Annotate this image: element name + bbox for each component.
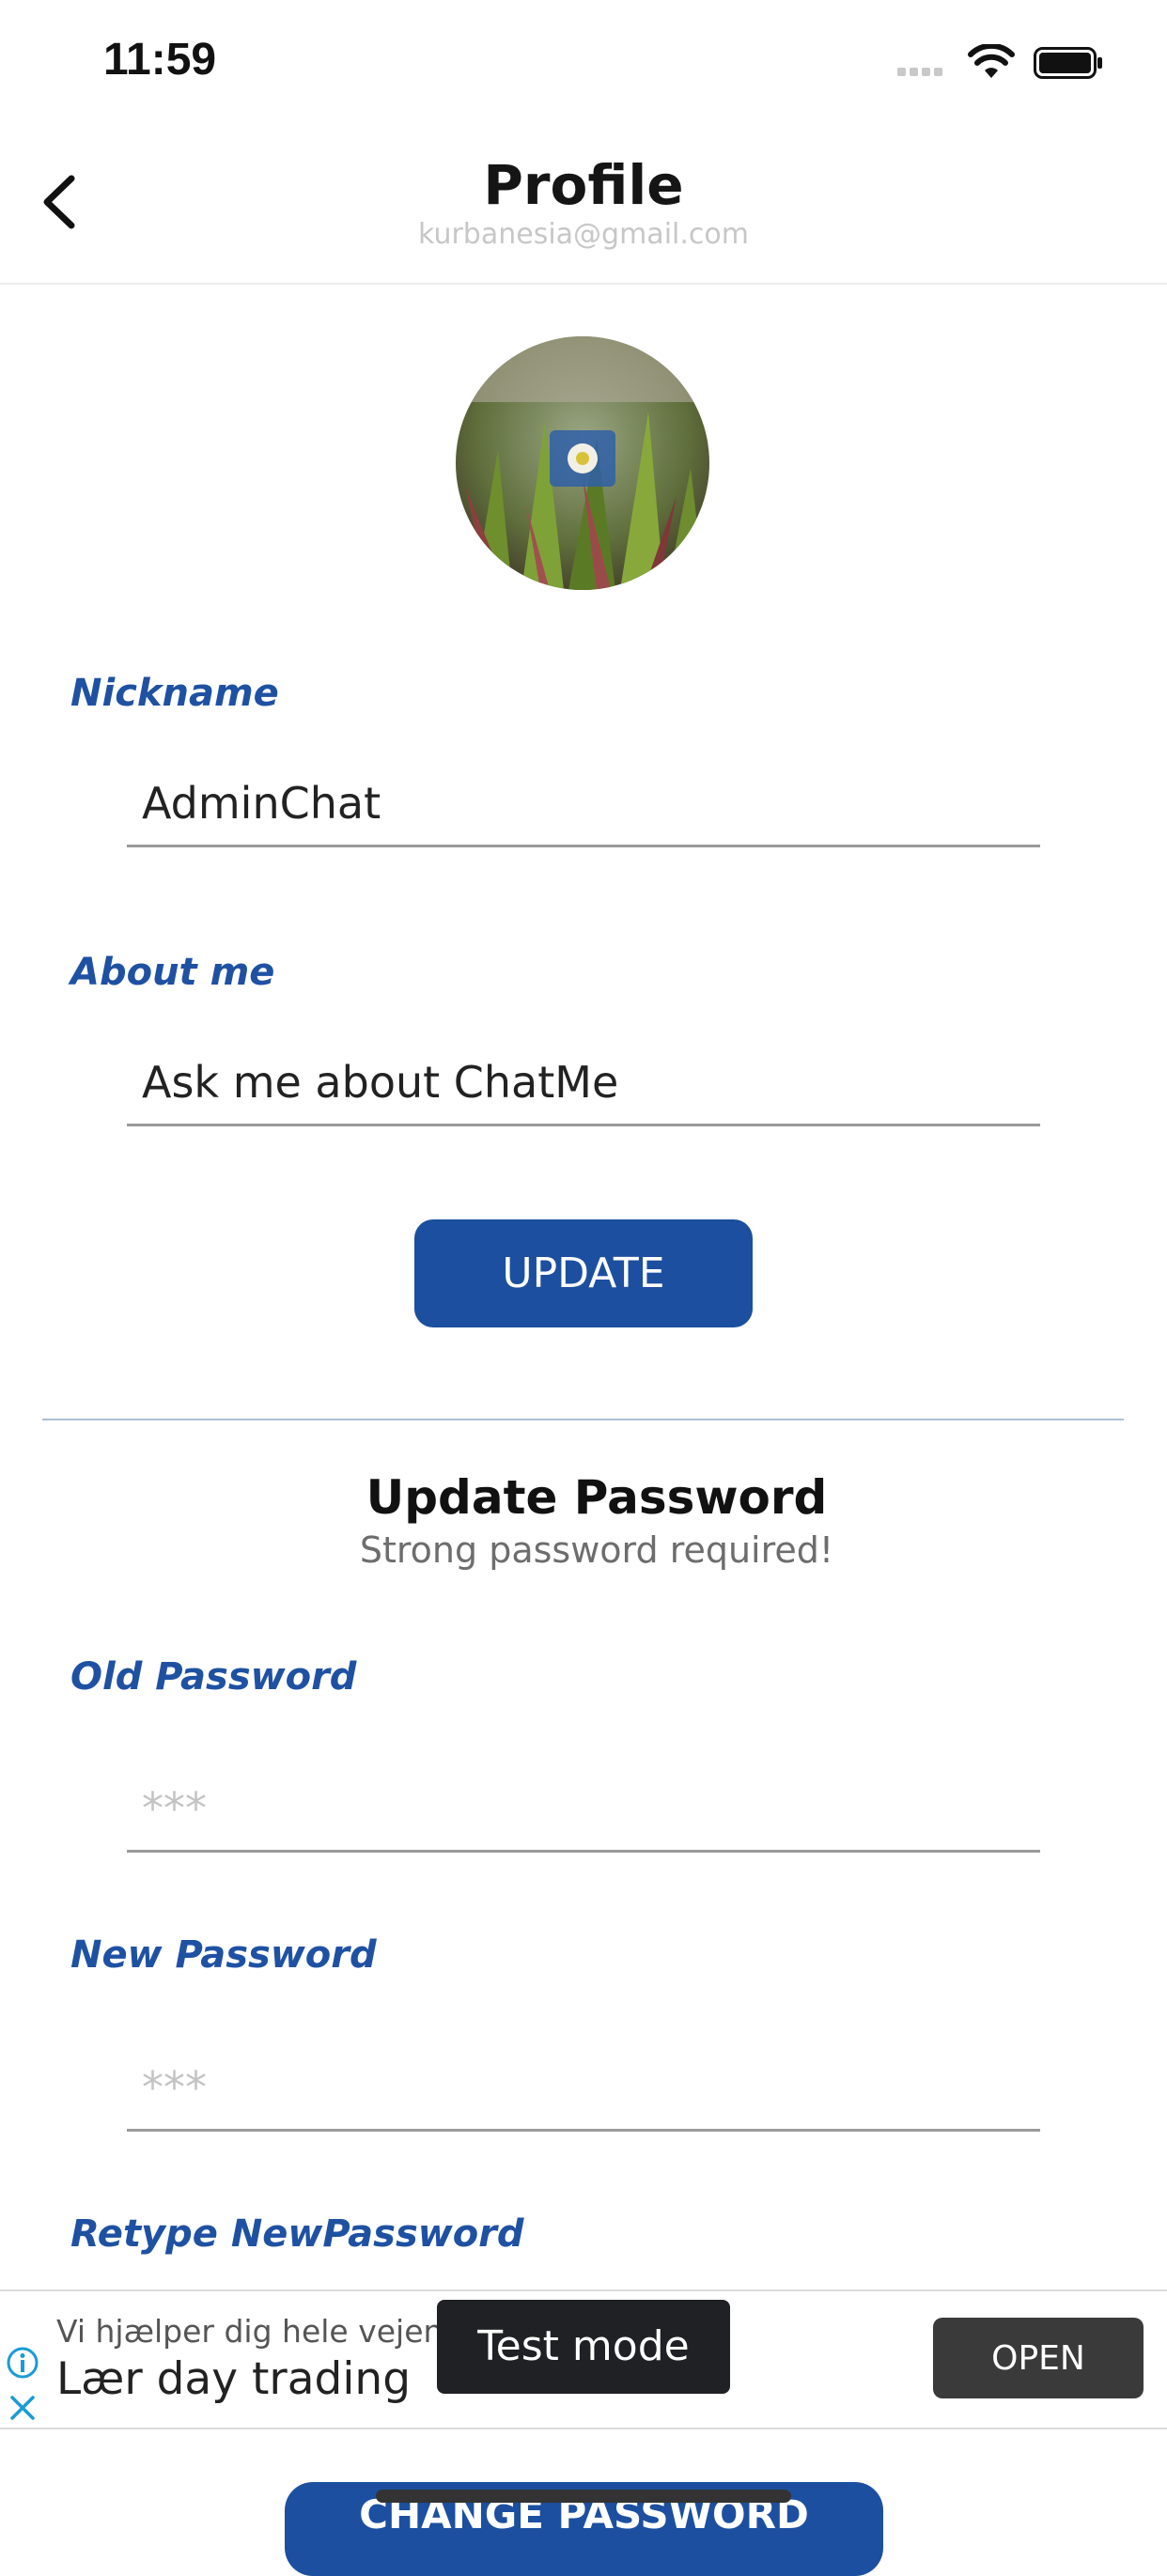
test-mode-badge: Test mode bbox=[437, 2300, 730, 2394]
info-icon[interactable] bbox=[6, 2346, 39, 2380]
new-password-label: New Password bbox=[70, 1933, 377, 1977]
update-password-title: Update Password bbox=[366, 1470, 828, 1525]
nickname-label: Nickname bbox=[70, 672, 279, 715]
section-divider bbox=[42, 1419, 1124, 1420]
cellular-signal-icon bbox=[897, 58, 952, 76]
ad-headline[interactable]: Lær day trading bbox=[56, 2353, 411, 2405]
retype-password-label: Retype NewPassword bbox=[70, 2212, 524, 2256]
page-title: Profile bbox=[483, 153, 684, 217]
home-indicator bbox=[376, 2490, 791, 2503]
update-button[interactable]: UPDATE bbox=[414, 1219, 753, 1327]
old-password-input[interactable] bbox=[127, 1766, 1040, 1853]
ad-open-button[interactable]: OPEN bbox=[933, 2318, 1144, 2398]
nickname-input[interactable] bbox=[127, 761, 1040, 847]
battery-icon bbox=[1034, 47, 1102, 79]
update-password-subtitle: Strong password required! bbox=[359, 1529, 834, 1571]
avatar[interactable] bbox=[456, 336, 709, 590]
status-time: 11:59 bbox=[103, 35, 217, 85]
old-password-label: Old Password bbox=[70, 1655, 357, 1699]
wifi-icon bbox=[968, 44, 1015, 78]
user-email: kurbanesia@gmail.com bbox=[418, 218, 749, 251]
new-password-input[interactable] bbox=[127, 2045, 1040, 2132]
status-bar: 11:59 bbox=[0, 0, 1167, 127]
ad-tagline: Vi hjælper dig hele vejen bbox=[56, 2313, 443, 2350]
close-icon[interactable] bbox=[6, 2391, 39, 2425]
about-me-input[interactable] bbox=[127, 1040, 1040, 1126]
about-me-label: About me bbox=[70, 951, 275, 994]
